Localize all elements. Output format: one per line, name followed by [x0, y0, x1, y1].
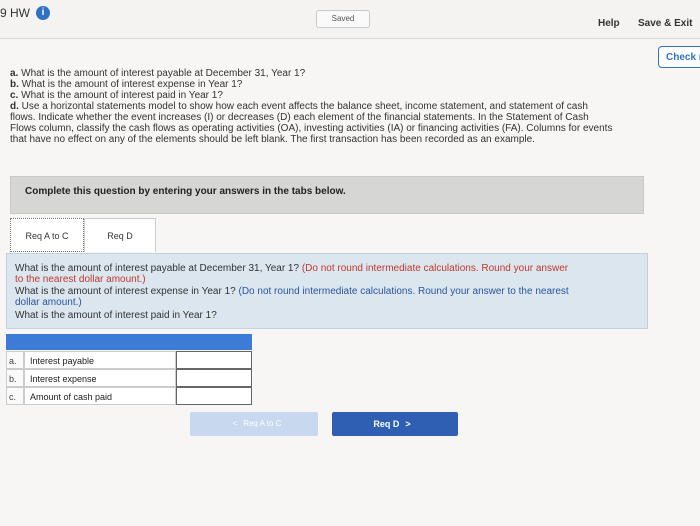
info-icon[interactable]: i [36, 6, 50, 20]
question-c-label: c. [10, 90, 19, 101]
panel-q1-text: What is the amount of interest payable a… [15, 263, 300, 274]
row-label-amount-of-cash-paid: Amount of cash paid [24, 387, 176, 405]
cash-paid-input[interactable] [176, 387, 252, 405]
question-b: b. What is the amount of interest expens… [10, 79, 242, 90]
question-b-label: b. [10, 79, 19, 90]
question-a-text: What is the amount of interest payable a… [21, 68, 306, 79]
panel-q1-note: (Do not round intermediate calculations.… [301, 263, 569, 274]
check-my-work-button[interactable]: Check m [658, 46, 700, 68]
panel-q1-note-line2: to the nearest dollar amount.) [15, 274, 146, 285]
question-a-label: a. [10, 68, 19, 79]
interest-payable-input[interactable] [176, 351, 252, 369]
prev-tab-label: Req A to C [243, 419, 282, 428]
row-label-interest-payable: Interest payable [24, 351, 176, 369]
tab-req-d[interactable]: Req D [84, 218, 156, 252]
instruction-box: Complete this question by entering your … [10, 176, 644, 214]
prev-tab-button[interactable]: < Req A to C [190, 412, 318, 436]
question-d-line1: Use a horizontal statements model to sho… [21, 101, 588, 112]
row-label-interest-expense: Interest expense [24, 369, 176, 387]
question-panel: What is the amount of interest payable a… [6, 253, 648, 329]
panel-question-2: What is the amount of interest expense i… [15, 286, 569, 297]
panel-q2-note: (Do not round intermediate calculations.… [238, 286, 569, 297]
panel-q2-text: What is the amount of interest expense i… [15, 286, 236, 297]
assignment-title: 9 HW [0, 6, 30, 20]
question-d-label: d. [10, 101, 19, 112]
panel-q2-note-line2: dollar amount.) [15, 297, 82, 308]
question-c: c. What is the amount of interest paid i… [10, 90, 223, 101]
question-d-line4: that have no effect on any of the elemen… [10, 134, 535, 145]
question-a: a. What is the amount of interest payabl… [10, 68, 305, 79]
chevron-left-icon: < [232, 419, 238, 428]
save-exit-button[interactable]: Save & Exit [638, 18, 692, 29]
next-tab-button[interactable]: Req D > [332, 412, 458, 436]
row-letter: a. [6, 351, 24, 369]
question-d: d. Use a horizontal statements model to … [10, 101, 588, 112]
next-tab-label: Req D [373, 419, 400, 429]
question-b-text: What is the amount of interest expense i… [21, 79, 243, 90]
row-letter: b. [6, 369, 24, 387]
top-bar: 9 HW i Saved Help Save & Exit [0, 0, 700, 39]
saved-indicator: Saved [316, 10, 370, 28]
panel-question-3: What is the amount of interest paid in Y… [15, 310, 217, 321]
row-letter: c. [6, 387, 24, 405]
panel-question-1: What is the amount of interest payable a… [15, 263, 568, 274]
tab-req-a-to-c[interactable]: Req A to C [10, 218, 84, 252]
question-d-line2: flows. Indicate whether the event increa… [10, 112, 589, 123]
chevron-right-icon: > [405, 419, 411, 429]
help-button[interactable]: Help [598, 18, 620, 29]
question-d-line3: Flows column, classify the cash flows as… [10, 123, 613, 134]
answer-table-header [6, 334, 252, 350]
question-c-text: What is the amount of interest paid in Y… [21, 90, 223, 101]
interest-expense-input[interactable] [176, 369, 252, 387]
instruction-text: Complete this question by entering your … [25, 186, 346, 197]
